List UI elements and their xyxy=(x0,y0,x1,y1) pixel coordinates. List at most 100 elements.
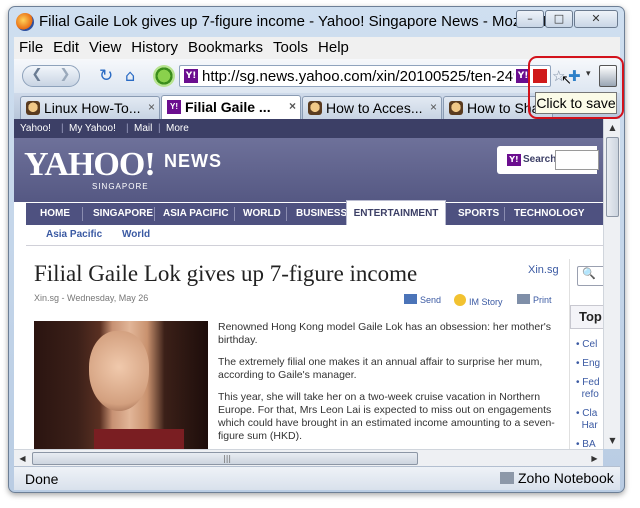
source-link[interactable]: Xin.sg xyxy=(528,264,559,276)
nav-asia-pacific[interactable]: ASIA PACIFIC xyxy=(163,203,229,225)
separator: | xyxy=(126,123,129,134)
article-dateline: Xin.sg - Wednesday, May 26 xyxy=(34,293,149,303)
nav-separator xyxy=(234,207,235,221)
zoho-notebook-status[interactable]: Zoho Notebook xyxy=(500,470,614,486)
geek-icon xyxy=(308,101,322,115)
top-story-item-cont[interactable]: Har xyxy=(576,420,600,432)
tab-close-icon[interactable]: × xyxy=(148,100,155,114)
close-button[interactable]: ✕ xyxy=(574,10,618,28)
print-tool[interactable]: Print xyxy=(517,294,552,305)
forward-button[interactable]: ❯ xyxy=(53,67,77,85)
print-icon xyxy=(517,294,530,304)
top-story-item[interactable]: • Eng xyxy=(576,358,600,370)
reload-icon[interactable]: ↻ xyxy=(99,66,113,86)
scroll-up-icon[interactable]: ▲ xyxy=(604,119,621,136)
home-icon[interactable]: ⌂ xyxy=(125,66,135,85)
extension-icon[interactable] xyxy=(153,65,175,87)
photo-face xyxy=(89,331,149,411)
yahoo-sub-nav: Asia Pacific World xyxy=(26,225,603,246)
page-content: Yahoo! | My Yahoo! | Mail | More YAHOO! … xyxy=(14,119,603,449)
separator: | xyxy=(158,123,161,134)
article-headline: Filial Gaile Lok gives up 7-figure incom… xyxy=(34,261,418,286)
mail-link[interactable]: Mail xyxy=(134,123,152,134)
maximize-button[interactable]: □ xyxy=(545,10,573,28)
search-input[interactable] xyxy=(555,150,599,170)
yahoo-logo[interactable]: YAHOO! xyxy=(24,146,156,184)
photo-shirt xyxy=(94,429,184,449)
nav-entertainment[interactable]: ENTERTAINMENT xyxy=(346,200,446,225)
vertical-scroll-thumb[interactable] xyxy=(606,137,619,217)
nav-sports[interactable]: SPORTS xyxy=(458,203,499,225)
nav-home[interactable]: HOME xyxy=(40,203,70,225)
menu-history[interactable]: History xyxy=(126,37,183,59)
window-title: Filial Gaile Lok gives up 7-figure incom… xyxy=(39,13,573,30)
geek-icon xyxy=(26,101,40,115)
tab-linux-how-to[interactable]: Linux How-To... × xyxy=(20,96,160,119)
top-story-item-cont[interactable]: refo xyxy=(576,389,600,401)
tab-close-icon[interactable]: × xyxy=(430,100,437,114)
subnav-asia-pacific[interactable]: Asia Pacific xyxy=(46,229,102,240)
horizontal-scrollbar[interactable]: ◀ ||| ▶ xyxy=(14,449,603,466)
subnav-world[interactable]: World xyxy=(122,229,150,240)
menu-help[interactable]: Help xyxy=(313,37,354,59)
menu-edit[interactable]: Edit xyxy=(48,37,84,59)
search-label: Search xyxy=(523,154,557,165)
top-story-item[interactable]: • BA xyxy=(576,439,600,449)
menu-file[interactable]: File xyxy=(14,37,48,59)
send-tool[interactable]: Send xyxy=(404,294,441,305)
menu-view[interactable]: View xyxy=(84,37,126,59)
tab-filial-gaile[interactable]: Y! Filial Gaile ... × xyxy=(161,95,301,119)
nav-singapore[interactable]: SINGAPORE xyxy=(93,203,153,225)
yahoo-search: Y! Search xyxy=(497,146,599,174)
zoho-notebook-icon xyxy=(500,472,514,484)
tab-how-to-access[interactable]: How to Acces... × xyxy=(302,96,442,119)
status-bar: Done Zoho Notebook xyxy=(14,466,620,490)
scroll-down-icon[interactable]: ▼ xyxy=(604,432,621,449)
tooltip: Click to save xyxy=(535,92,617,114)
yahoo-icon: Y! xyxy=(507,154,521,166)
title-bar[interactable]: Filial Gaile Lok gives up 7-figure incom… xyxy=(9,7,624,37)
top-story-item[interactable]: • Fed xyxy=(576,377,600,389)
nav-business[interactable]: BUSINESS xyxy=(296,203,347,225)
yahoo-banner: YAHOO! SINGAPORE NEWS Y! Search xyxy=(14,138,603,202)
nav-separator xyxy=(286,207,287,221)
menu-bookmarks[interactable]: Bookmarks xyxy=(183,37,268,59)
print-label: Print xyxy=(533,295,552,305)
tab-close-icon[interactable]: × xyxy=(289,99,296,113)
back-forward-group: ❮ ❯ xyxy=(22,65,80,87)
scroll-left-icon[interactable]: ◀ xyxy=(14,450,31,467)
tab-label: How to Acces... xyxy=(326,100,423,116)
mail-icon xyxy=(404,294,417,304)
scroll-right-icon[interactable]: ▶ xyxy=(586,450,603,467)
top-story-item[interactable]: • Cla xyxy=(576,408,600,420)
top-story-item[interactable]: • Cel xyxy=(576,339,600,351)
geek-icon xyxy=(449,101,463,115)
nav-technology[interactable]: TECHNOLOGY xyxy=(514,203,585,225)
yahoo-link[interactable]: Yahoo! xyxy=(20,123,51,134)
url-field[interactable]: http://sg.news.yahoo.com/xin/20100525/te… xyxy=(202,68,514,85)
article-paragraph: Renowned Hong Kong model Gaile Lok has a… xyxy=(218,321,551,346)
menu-tools[interactable]: Tools xyxy=(268,37,313,59)
mouse-cursor-icon: ↖ xyxy=(561,73,572,88)
article-body: Renowned Hong Kong model Gaile Lok has a… xyxy=(218,321,563,449)
yahoo-section-nav: HOME SINGAPORE ASIA PACIFIC WORLD BUSINE… xyxy=(26,200,603,225)
right-sidebar: 🔍 Top • Cel • Eng • Fed refo • Cla Har •… xyxy=(569,259,603,449)
url-bar[interactable]: Y! http://sg.news.yahoo.com/xin/20100525… xyxy=(179,65,551,87)
horizontal-scroll-thumb[interactable]: ||| xyxy=(32,452,418,465)
minimize-button[interactable]: – xyxy=(516,10,544,28)
separator: | xyxy=(61,123,64,134)
smiley-icon xyxy=(454,294,466,306)
nav-separator xyxy=(154,207,155,221)
more-link[interactable]: More xyxy=(166,123,189,134)
my-yahoo-link[interactable]: My Yahoo! xyxy=(69,123,116,134)
back-button[interactable]: ❮ xyxy=(25,67,49,85)
vertical-scrollbar[interactable]: ▲ ▼ xyxy=(603,119,620,449)
send-label: Send xyxy=(420,295,442,305)
yahoo-icon: Y! xyxy=(167,100,181,114)
im-story-tool[interactable]: IM Story xyxy=(454,294,503,307)
site-favicon-icon: Y! xyxy=(184,69,198,83)
menu-bar: File Edit View History Bookmarks Tools H… xyxy=(14,37,620,59)
search-icon[interactable]: 🔍 xyxy=(577,266,603,286)
status-text: Done xyxy=(25,471,59,487)
nav-world[interactable]: WORLD xyxy=(243,203,281,225)
